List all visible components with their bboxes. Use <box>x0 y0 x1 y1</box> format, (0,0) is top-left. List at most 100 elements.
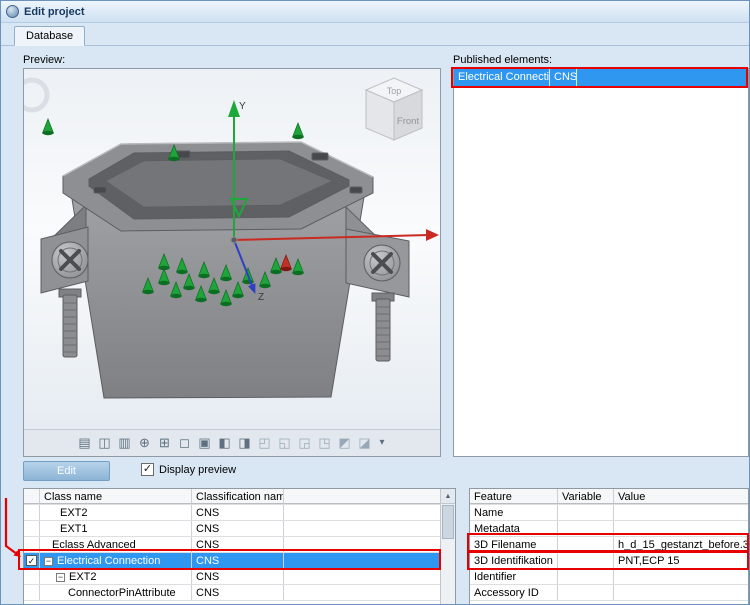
cube-view-4-icon[interactable]: ◳ <box>315 433 334 453</box>
published-classification-cell: CNS <box>550 69 577 86</box>
scrollbar-thumb[interactable] <box>442 505 454 539</box>
class-table-scrollbar[interactable]: ▲ <box>440 489 455 604</box>
cube-view-5-icon[interactable]: ◩ <box>335 433 354 453</box>
published-elements-label: Published elements: <box>453 54 552 66</box>
edit-button[interactable]: Edit <box>23 461 110 481</box>
row-checkbox[interactable]: ✓ <box>26 555 37 566</box>
published-name-cell: Electrical Connection <box>454 69 550 86</box>
feature-table-row[interactable]: 3D Identifikation PNT,ECP 15 <box>470 553 748 569</box>
class-table-row[interactable]: EXT1CNS <box>24 521 440 537</box>
classification-cell: CNS <box>192 569 284 584</box>
preview-label: Preview: <box>23 54 65 66</box>
rim-slot <box>350 187 362 193</box>
axes-origin <box>231 237 237 243</box>
more-tools-icon[interactable]: ▾ <box>375 433 389 453</box>
zoom-window-icon[interactable]: ⊞ <box>155 433 174 453</box>
shading-mode-icon[interactable]: ◧ <box>215 433 234 453</box>
cube-view-2-icon[interactable]: ◱ <box>275 433 294 453</box>
feature-variable-cell <box>558 569 614 584</box>
classification-name-column-header[interactable]: Classification name <box>192 489 284 504</box>
cube-view-3-icon[interactable]: ◲ <box>295 433 314 453</box>
panel-view-icon[interactable]: ▥ <box>115 433 134 453</box>
feature-value-cell <box>614 505 748 520</box>
full-screen-icon[interactable]: ▣ <box>195 433 214 453</box>
filler-column-header <box>284 489 440 504</box>
left-bolt <box>63 295 77 357</box>
split-view-icon[interactable]: ◫ <box>95 433 114 453</box>
published-list[interactable]: Electrical ConnectionCNS <box>453 68 749 457</box>
app-icon <box>6 5 19 18</box>
feature-name-cell: Accessory ID <box>470 585 558 600</box>
scroll-up-icon[interactable]: ▲ <box>441 489 455 504</box>
zoom-fit-icon[interactable]: ◻ <box>175 433 194 453</box>
class-table-row[interactable]: ✓−Electrical ConnectionCNS <box>24 553 440 569</box>
zoom-in-icon[interactable]: ⊕ <box>135 433 154 453</box>
feature-variable-cell <box>558 521 614 536</box>
view-cube[interactable]: Top Front <box>366 78 422 140</box>
display-preview-label: Display preview <box>159 464 236 476</box>
feature-table-header: Feature Variable Value <box>470 489 748 505</box>
class-name-cell: −EXT2 <box>40 569 192 584</box>
class-table-header: Class name Classification name <box>24 489 440 505</box>
view-cube-front-label: Front <box>397 116 420 127</box>
row-check-cell <box>24 585 40 600</box>
feature-name-cell: 3D Identifikation <box>470 553 558 568</box>
right-screw <box>364 245 400 281</box>
preview-viewport[interactable]: Y Z Top Front ▤◫▥⊕⊞◻▣◧◨◰◱◲◳◩◪▾ <box>23 68 441 457</box>
render-mode-icon[interactable]: ◨ <box>235 433 254 453</box>
filler-cell <box>284 505 440 520</box>
feature-table-row[interactable]: Metadata <box>470 521 748 537</box>
feature-value-cell: PNT,ECP 15 <box>614 553 748 568</box>
tree-collapse-icon[interactable]: − <box>56 573 65 582</box>
class-table-row[interactable]: −EXT2CNS <box>24 569 440 585</box>
published-filler-cell <box>577 69 748 86</box>
class-table-row[interactable]: EXT2 CNS <box>24 505 440 521</box>
preview-3d-scene[interactable]: Y Z Top Front <box>24 69 440 429</box>
class-table-row[interactable]: Eclass Advanced CNS <box>24 537 440 553</box>
right-bolt <box>376 299 390 361</box>
class-name-cell: EXT2 <box>40 505 192 520</box>
z-axis-label: Z <box>258 292 264 303</box>
feature-variable-cell <box>558 537 614 552</box>
cube-view-1-icon[interactable]: ◰ <box>255 433 274 453</box>
class-name-label: ConnectorPinAttribute <box>68 587 176 599</box>
feature-column-header[interactable]: Feature <box>470 489 558 504</box>
row-check-cell: ✓ <box>24 553 40 568</box>
feature-variable-cell <box>558 553 614 568</box>
cube-view-6-icon[interactable]: ◪ <box>355 433 374 453</box>
feature-variable-cell <box>558 585 614 600</box>
feature-table: Feature Variable Value NameMetadata3D Fi… <box>469 488 749 605</box>
class-name-column-header[interactable]: Class name <box>40 489 192 504</box>
window-title: Edit project <box>24 6 85 18</box>
feature-value-cell <box>614 569 748 584</box>
class-name-cell: EXT1 <box>40 521 192 536</box>
display-preview-checkbox[interactable]: ✓ <box>141 463 154 476</box>
feature-value-cell: h_d_15_gestanzt_before.3db <box>614 537 748 552</box>
feature-table-row[interactable]: Accessory ID <box>470 585 748 601</box>
feature-table-row[interactable]: Name <box>470 505 748 521</box>
check-column-header <box>24 489 40 504</box>
filler-cell <box>284 521 440 536</box>
tree-collapse-icon[interactable]: − <box>44 557 53 566</box>
value-column-header[interactable]: Value <box>614 489 748 504</box>
viewer-toolbar: ▤◫▥⊕⊞◻▣◧◨◰◱◲◳◩◪▾ <box>24 429 440 456</box>
filler-cell <box>284 585 440 600</box>
feature-table-body: NameMetadata3D Filenameh_d_15_gestanzt_b… <box>470 505 748 601</box>
class-table-row[interactable]: ConnectorPinAttributeCNS <box>24 585 440 601</box>
feature-name-cell: Name <box>470 505 558 520</box>
classification-cell: CNS <box>192 537 284 552</box>
tab-database[interactable]: Database <box>14 26 85 46</box>
feature-table-row[interactable]: 3D Filenameh_d_15_gestanzt_before.3db <box>470 537 748 553</box>
class-name-label: EXT2 <box>60 507 88 519</box>
feature-table-row[interactable]: Identifier <box>470 569 748 585</box>
row-check-cell <box>24 537 40 552</box>
title-bar[interactable]: Edit project <box>1 1 749 23</box>
display-preview-option[interactable]: ✓ Display preview <box>141 463 236 476</box>
filler-cell <box>284 553 440 568</box>
variable-column-header[interactable]: Variable <box>558 489 614 504</box>
left-screw <box>52 242 88 278</box>
database-view-icon[interactable]: ▤ <box>75 433 94 453</box>
class-name-label: Eclass Advanced <box>52 539 136 551</box>
classification-cell: CNS <box>192 505 284 520</box>
published-row[interactable]: Electrical ConnectionCNS <box>454 69 748 86</box>
